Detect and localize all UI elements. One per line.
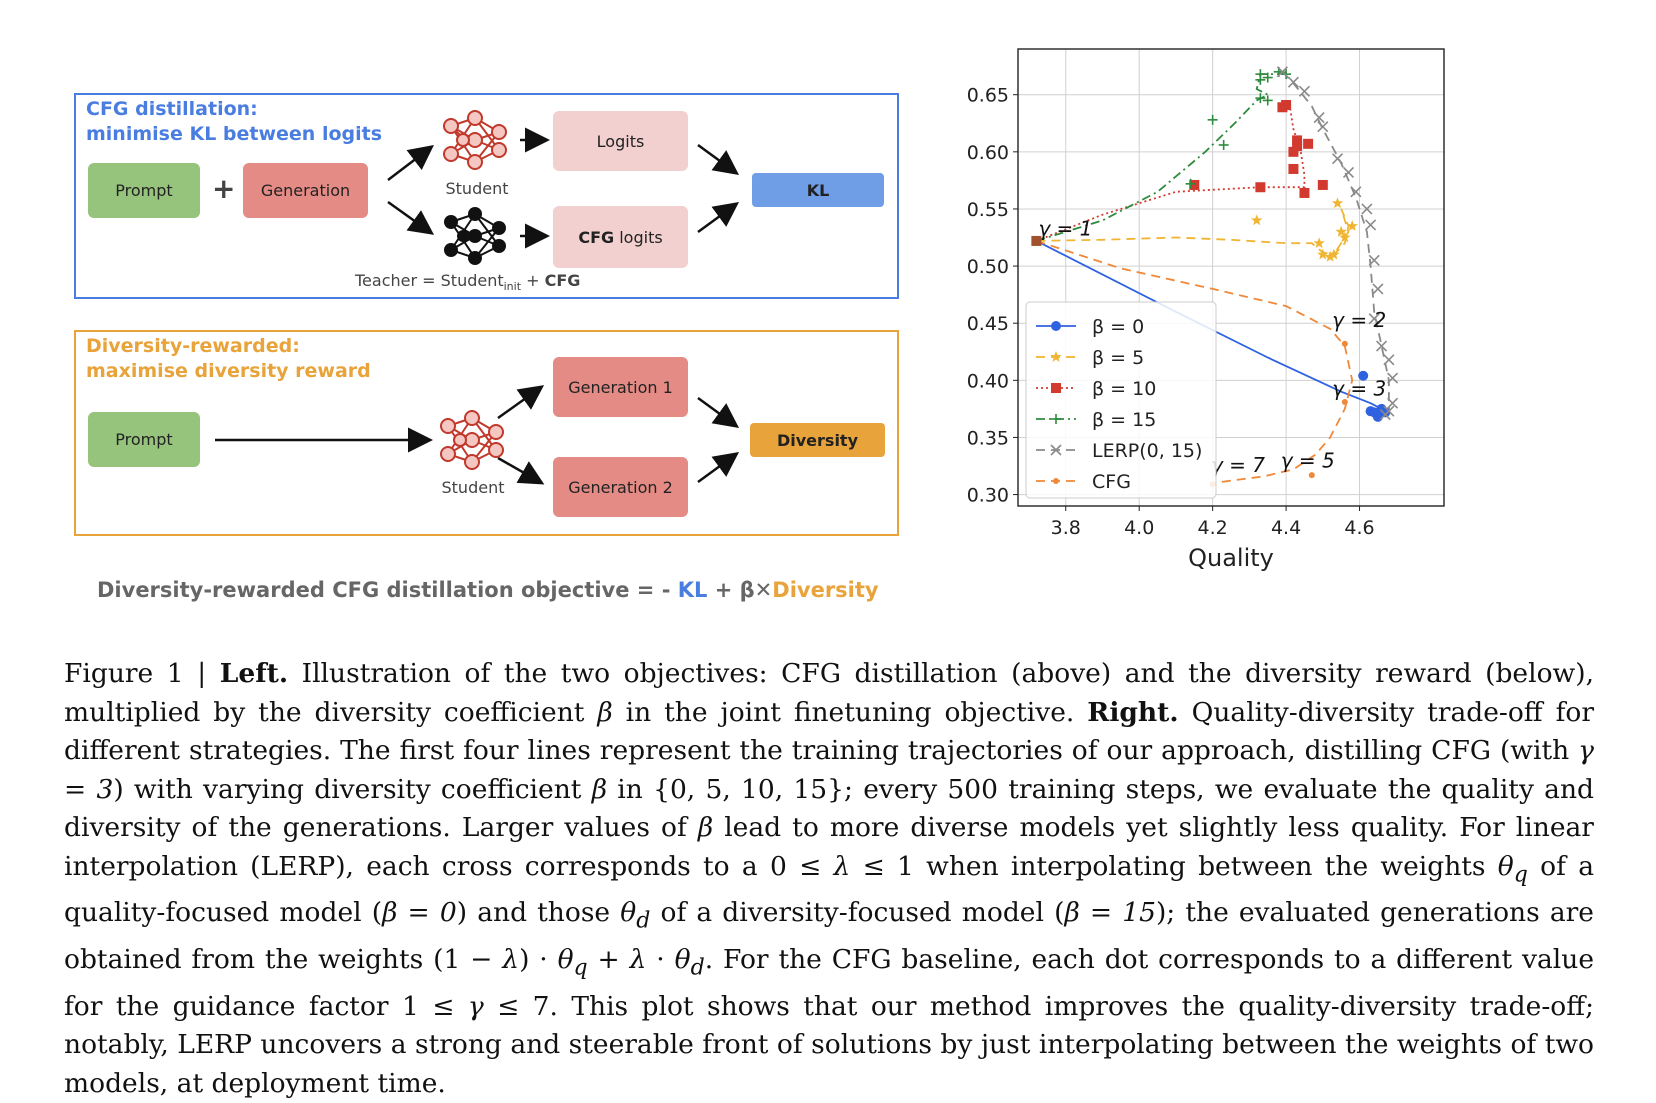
data-point xyxy=(1317,179,1328,190)
arrows-top xyxy=(387,127,740,249)
x-axis-label: Quality xyxy=(1188,544,1274,572)
quality-diversity-chart: γ = 1 γ = 2 γ = 3 γ = 5 γ = 7 3.8 4.0 4.2 4.4 4.… xyxy=(967,48,1445,572)
y-tick-label: 0.50 xyxy=(967,256,1009,278)
legend-label: LERP(0, 15) xyxy=(1092,440,1202,462)
data-point xyxy=(1308,472,1315,479)
legend-marker xyxy=(1051,383,1061,393)
gamma-label: γ = 2 xyxy=(1332,308,1386,332)
data-point xyxy=(1207,114,1218,125)
y-tick-label: 0.45 xyxy=(967,313,1009,335)
data-point xyxy=(1281,99,1292,110)
y-tick-label: 0.35 xyxy=(967,427,1009,449)
x-tick-label: 4.0 xyxy=(1124,517,1154,539)
figure-caption: Figure 1 | Left. Illustration of the two… xyxy=(64,658,1595,1099)
objective-times: ✕ xyxy=(754,578,773,602)
series-line-4 xyxy=(1281,71,1390,418)
data-point xyxy=(1331,153,1344,165)
data-point xyxy=(1331,197,1344,209)
arrow-gen1-diversity xyxy=(697,396,740,428)
y-tick-label: 0.40 xyxy=(967,370,1009,392)
left-diagram-arrows xyxy=(215,110,740,485)
data-point xyxy=(1299,187,1310,198)
arrow-student-gen1 xyxy=(497,385,545,420)
gamma-label: γ = 1 xyxy=(1038,217,1092,241)
x-tick-label: 4.4 xyxy=(1271,517,1301,539)
legend-label: β = 0 xyxy=(1092,316,1144,338)
legend-label: β = 15 xyxy=(1092,409,1156,431)
arrow-gen2-diversity xyxy=(697,452,740,484)
y-tick-label: 0.60 xyxy=(967,142,1009,164)
arrow-cfglogits-kl xyxy=(697,202,740,234)
data-point xyxy=(1364,219,1377,231)
gamma-label: γ = 3 xyxy=(1332,376,1386,400)
objective-eq: = - xyxy=(629,578,678,602)
data-point xyxy=(1317,121,1329,133)
y-tick-label: 0.65 xyxy=(967,85,1009,107)
data-point xyxy=(1218,139,1229,150)
data-point xyxy=(1303,138,1314,149)
legend-label: β = 5 xyxy=(1092,347,1144,369)
x-tick-label: 4.6 xyxy=(1344,517,1374,539)
arrow-logits-kl xyxy=(697,143,740,175)
x-tick-label: 4.2 xyxy=(1198,517,1228,539)
data-point xyxy=(1255,74,1266,85)
data-point xyxy=(1341,340,1348,347)
legend-marker xyxy=(1051,321,1061,331)
objective-equation: Diversity-rewarded CFG distillation obje… xyxy=(97,578,879,602)
caption-left-bold: Left. xyxy=(219,658,289,689)
student-network-icon xyxy=(443,110,507,170)
y-tick-label: 0.55 xyxy=(967,199,1009,221)
caption-figure-label: Figure 1 | xyxy=(64,658,220,689)
gamma-label: γ = 7 xyxy=(1211,453,1265,477)
legend-marker xyxy=(1053,478,1059,484)
data-point xyxy=(1255,182,1266,193)
student-network-icon-bottom xyxy=(440,410,504,470)
arrow-student-gen2 xyxy=(497,456,545,485)
data-point xyxy=(1313,237,1325,249)
chart-legend: β = 0 β = 5 β = 10 β = 15 LERP(0, 15) CFG xyxy=(1025,301,1217,499)
legend-label: β = 10 xyxy=(1092,378,1156,400)
gamma-label: γ = 5 xyxy=(1281,448,1335,472)
data-point xyxy=(1251,214,1263,226)
data-point xyxy=(1383,354,1395,366)
objective-diversity: Diversity xyxy=(772,578,879,602)
data-point xyxy=(1292,135,1303,146)
data-point xyxy=(1288,163,1299,174)
objective-prefix: Diversity-rewarded CFG distillation obje… xyxy=(97,578,630,602)
teacher-network-icon xyxy=(444,207,506,265)
arrow-to-student xyxy=(387,144,434,181)
objective-plus-beta: + β xyxy=(707,578,755,602)
x-tick-label: 3.8 xyxy=(1051,517,1081,539)
objective-kl: KL xyxy=(677,578,708,602)
legend-label: CFG xyxy=(1092,471,1131,493)
data-point xyxy=(1372,283,1384,295)
caption-right-bold: Right. xyxy=(1087,696,1179,728)
data-point xyxy=(1342,166,1355,178)
y-tick-label: 0.30 xyxy=(967,485,1009,507)
data-point xyxy=(1287,76,1299,88)
arrow-to-teacher xyxy=(387,200,435,235)
